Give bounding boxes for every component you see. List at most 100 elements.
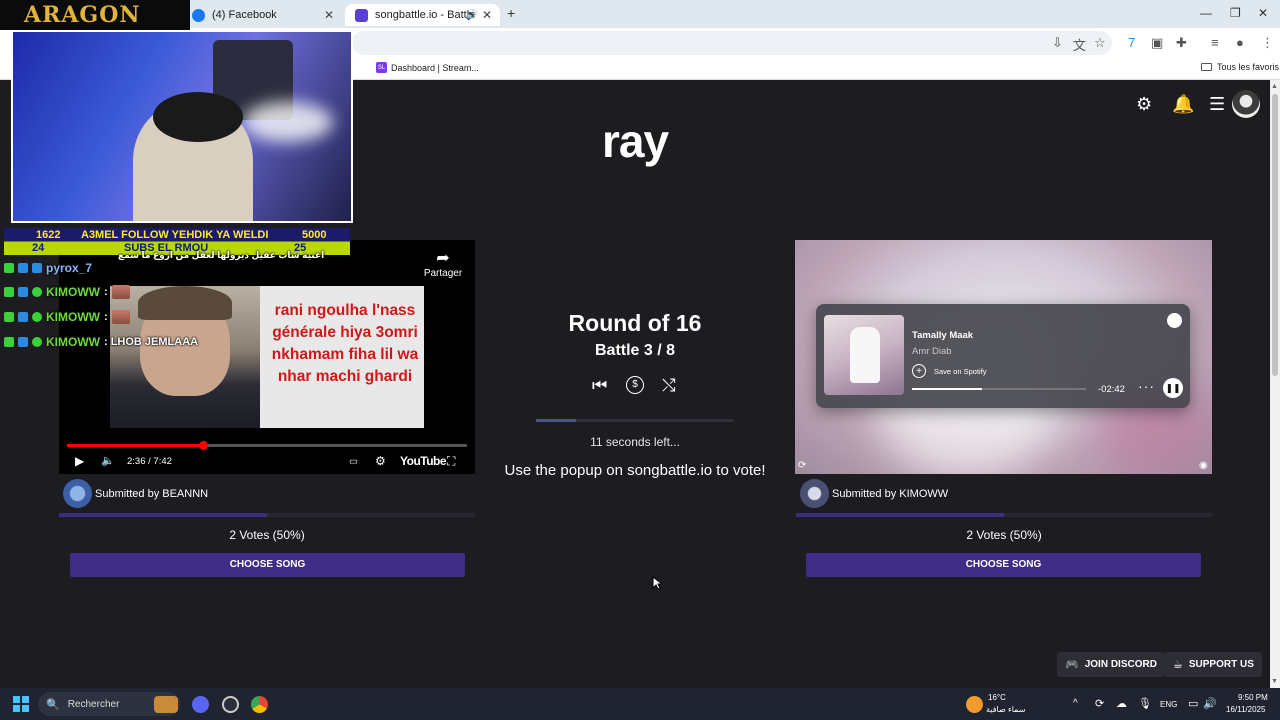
- more-options-icon[interactable]: ···: [1138, 378, 1155, 394]
- language-indicator[interactable]: ENG: [1160, 700, 1177, 709]
- gear-icon[interactable]: ⚙: [1136, 94, 1152, 115]
- avatar: [63, 479, 92, 508]
- extension-7tv-icon[interactable]: 7: [1128, 35, 1135, 50]
- bookmark-all-favorites[interactable]: Tous les favoris: [1201, 62, 1279, 72]
- avatar: [800, 479, 829, 508]
- chat-message: KIMOWW :: [4, 306, 130, 328]
- chat-message: KIMOWW : LHOB JEMLAAA: [4, 331, 198, 353]
- widget-icon[interactable]: [154, 696, 178, 713]
- scroll-down-icon[interactable]: ▼: [1271, 678, 1278, 685]
- reading-list-icon[interactable]: ≡: [1211, 35, 1219, 50]
- song-artist[interactable]: Amr Diab: [912, 346, 952, 357]
- submitted-by-text: Submitted by KIMOWW: [832, 487, 949, 500]
- speaker-icon[interactable]: 🔊: [466, 10, 478, 21]
- left-vote-bar-fill: [59, 513, 267, 517]
- spotify-progress-fill: [912, 388, 982, 390]
- monitor-icon[interactable]: ▭: [1188, 697, 1198, 710]
- follow-goal-text: A3MEL FOLLOW YEHDIK YA WELDI: [81, 229, 269, 241]
- join-discord-button[interactable]: 🎮 JOIN DISCORD: [1057, 652, 1165, 677]
- clock-date[interactable]: 16/11/2025: [1226, 705, 1265, 714]
- extension-icon[interactable]: ▣: [1151, 35, 1163, 51]
- folder-icon: [1201, 63, 1212, 71]
- puzzle-icon[interactable]: ✚: [1176, 35, 1187, 51]
- volume-icon[interactable]: 🔈: [101, 454, 115, 467]
- play-icon[interactable]: ▶: [75, 454, 84, 468]
- captions-icon[interactable]: ▭: [349, 456, 358, 467]
- page-scrollbar[interactable]: ▲ ▼: [1270, 80, 1280, 688]
- right-vote-bar-fill: [796, 513, 1004, 517]
- choose-right-song-button[interactable]: CHOOSE SONG: [806, 553, 1201, 577]
- vote-instructions: Use the popup on songbattle.io to vote!: [504, 462, 766, 479]
- save-on-spotify-button[interactable]: + Save on Spotify: [912, 364, 987, 378]
- songbattle-icon: [355, 8, 368, 22]
- chrome-app-icon[interactable]: [251, 696, 268, 713]
- weather-desc: سماء صافية: [986, 705, 1026, 714]
- share-icon: ➦: [436, 250, 450, 267]
- close-window-icon[interactable]: ✕: [1258, 6, 1268, 20]
- spotify-logo-icon[interactable]: [1167, 313, 1182, 328]
- refresh-icon[interactable]: ⟳: [798, 460, 806, 471]
- video-progress-fill: [67, 444, 203, 447]
- round-title: Round of 16: [568, 310, 702, 336]
- clock-time[interactable]: 9:50 PM: [1238, 693, 1268, 702]
- mic-icon[interactable]: 🎙: [1138, 697, 1152, 710]
- cloud-icon[interactable]: ☁: [1116, 697, 1127, 710]
- right-song-card: Tamally Maak Amr Diab + Save on Spotify …: [795, 240, 1212, 474]
- spotify-embed-player[interactable]: Tamally Maak Amr Diab + Save on Spotify …: [816, 304, 1190, 408]
- start-button[interactable]: [13, 696, 29, 712]
- menu-icon[interactable]: ☰: [1209, 94, 1225, 115]
- sub-badge-icon: [18, 287, 28, 297]
- close-icon[interactable]: ✕: [482, 8, 492, 22]
- coin-icon[interactable]: $: [626, 376, 644, 394]
- left-votes: 2 Votes (50%): [229, 528, 305, 542]
- tab-songbattle[interactable]: songbattle.io - Battle Song 🔊 ✕: [345, 4, 500, 26]
- verified-icon: [32, 337, 42, 347]
- chat-username: KIMOWW: [46, 285, 100, 299]
- install-icon[interactable]: ⇩: [1052, 35, 1063, 51]
- scroll-up-icon[interactable]: ▲: [1271, 83, 1278, 90]
- chat-text: : LHOB JEMLAAA: [103, 336, 199, 348]
- volume-icon[interactable]: 🔊: [1203, 697, 1217, 710]
- kebab-menu-icon[interactable]: ⋮: [1261, 35, 1274, 51]
- choose-left-song-button[interactable]: CHOOSE SONG: [70, 553, 465, 577]
- follow-current: 1622: [36, 229, 61, 241]
- translate-icon[interactable]: 文: [1073, 35, 1086, 54]
- obs-app-icon[interactable]: [222, 696, 239, 713]
- discord-app-icon[interactable]: [192, 696, 209, 713]
- pause-icon[interactable]: ❚❚: [1163, 378, 1183, 398]
- video-progress-knob[interactable]: [199, 441, 208, 450]
- bell-icon[interactable]: 🔔: [1172, 94, 1194, 115]
- settings-icon[interactable]: ⚙: [375, 454, 386, 468]
- verified-icon: [32, 287, 42, 297]
- weather-icon[interactable]: [966, 696, 983, 713]
- streamer-hair: [153, 92, 243, 142]
- new-tab-button[interactable]: +: [507, 5, 515, 21]
- close-icon[interactable]: ✕: [324, 8, 334, 22]
- minimize-icon[interactable]: —: [1200, 6, 1212, 20]
- shuffle-icon[interactable]: ⤭: [662, 376, 676, 396]
- sync-icon[interactable]: ⟳: [1095, 697, 1104, 710]
- star-icon[interactable]: ☆: [1094, 35, 1106, 51]
- song-title[interactable]: Tamally Maak: [912, 330, 973, 341]
- scrollbar-thumb[interactable]: [1272, 94, 1278, 376]
- share-button[interactable]: ➦ Partager: [423, 248, 463, 279]
- fullscreen-icon[interactable]: ⛶: [447, 454, 455, 469]
- address-bar[interactable]: [352, 31, 1112, 55]
- restore-icon[interactable]: ❐: [1230, 6, 1241, 20]
- support-us-button[interactable]: ☕ SUPPORT US: [1165, 652, 1262, 677]
- youtube-logo[interactable]: YouTube: [400, 454, 447, 468]
- chat-text: :: [103, 286, 108, 298]
- profile-icon[interactable]: ●: [1236, 35, 1244, 50]
- previous-icon[interactable]: ⏮: [592, 376, 607, 396]
- chat-emote-icon: [111, 310, 130, 324]
- tab-facebook[interactable]: (4) Facebook ✕: [182, 4, 342, 26]
- left-song-video[interactable]: rani ngoulha l'nass générale hiya 3omri …: [59, 240, 475, 474]
- bookmark-dashboard[interactable]: SL Dashboard | Stream...: [376, 62, 479, 73]
- avatar[interactable]: [1232, 90, 1260, 118]
- chevron-up-icon[interactable]: ^: [1073, 698, 1078, 709]
- verified-icon: [32, 312, 42, 322]
- hide-icon[interactable]: ◉: [1199, 460, 1208, 471]
- facebook-icon: [192, 8, 205, 22]
- mouse-cursor-icon: [652, 576, 662, 590]
- submitted-by-text: Submitted by BEANNN: [95, 487, 209, 500]
